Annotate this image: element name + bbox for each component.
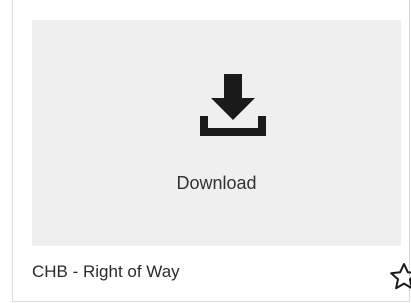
star-outline-icon[interactable] [389,262,411,290]
download-label: Download [176,173,257,193]
card-title[interactable]: CHB - Right of Way [32,262,180,282]
item-card: Download CHB - Right of Way [12,0,411,302]
download-thumbnail[interactable]: Download [32,20,401,246]
download-icon [200,74,266,136]
